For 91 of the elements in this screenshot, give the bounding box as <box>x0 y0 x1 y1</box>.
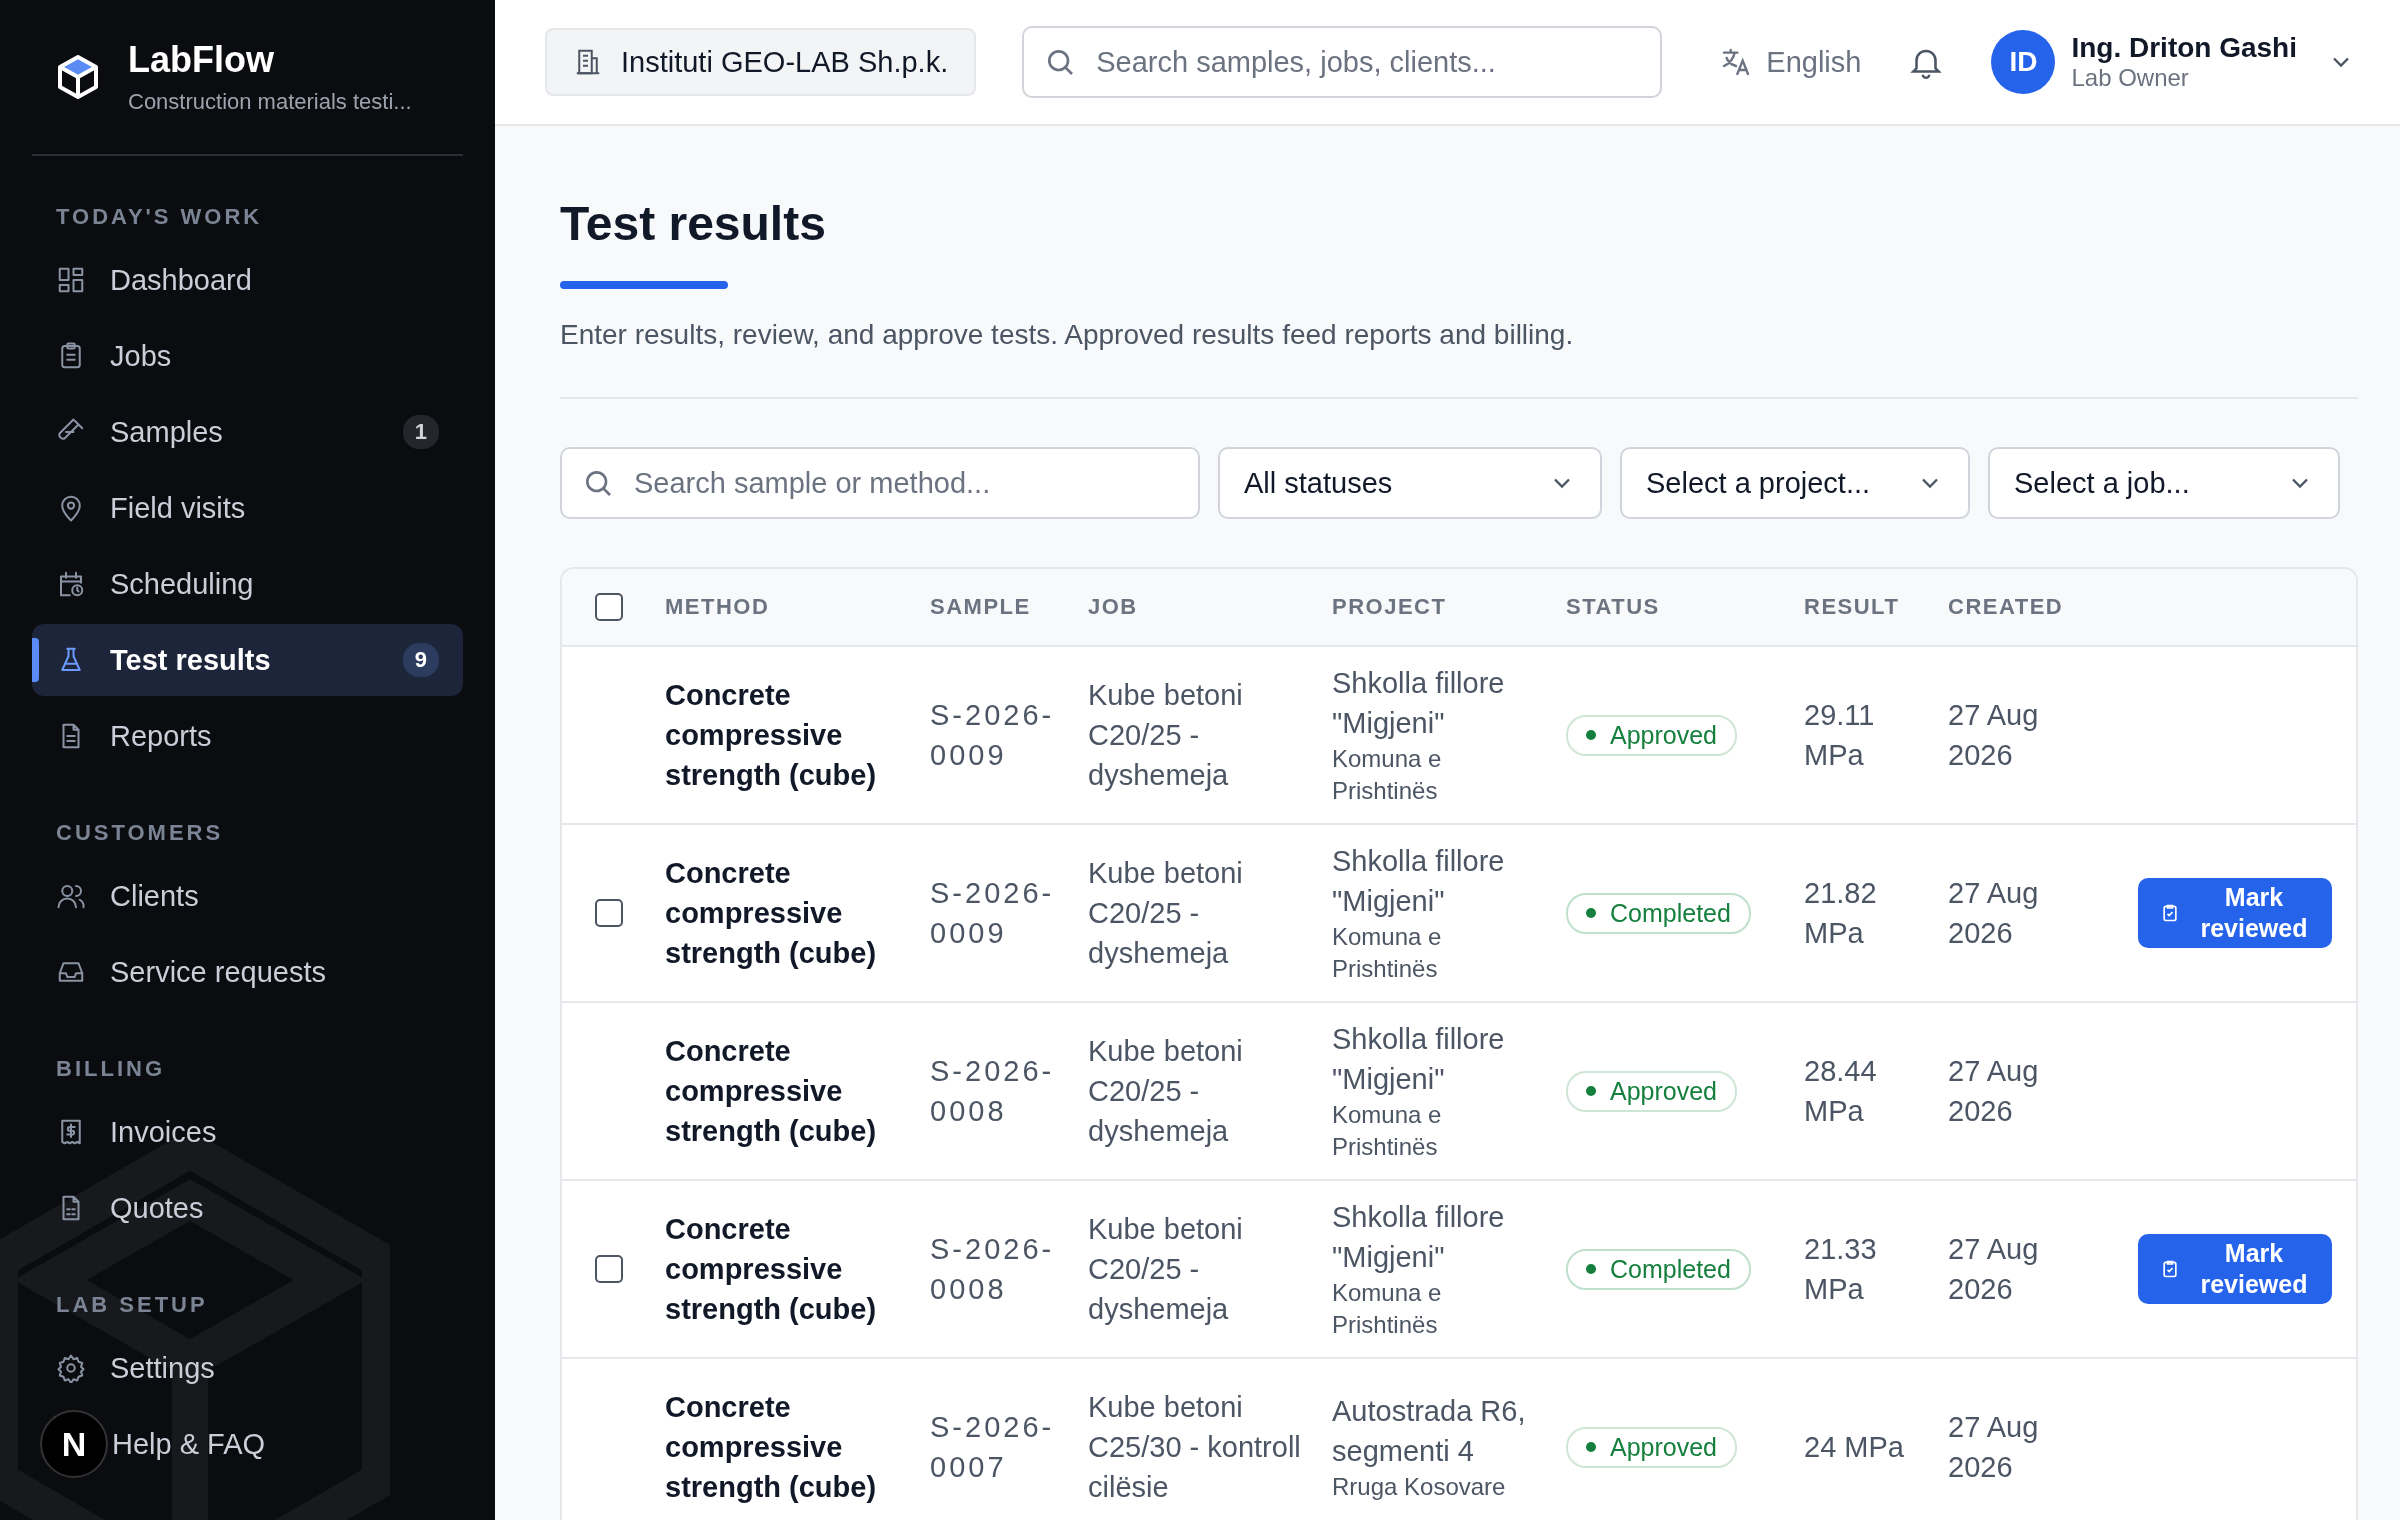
job-cell-text: Kube betoni C25/30 - kontroll cilësie <box>1088 1390 1302 1505</box>
gear-icon <box>56 1353 86 1383</box>
language-button[interactable]: English <box>1720 45 1862 79</box>
dev-indicator-button[interactable]: N <box>40 1410 108 1478</box>
nav-item[interactable]: Field visits <box>32 472 463 544</box>
sample-cell-text: S-2026-0008 <box>930 1232 1056 1307</box>
section-heading: CUSTOMERS <box>55 819 225 847</box>
method-cell-text: Concrete compressive strength (cube) <box>665 678 878 793</box>
method-cell-text: Concrete compressive strength (cube) <box>665 856 878 971</box>
row-checkbox[interactable] <box>594 899 623 927</box>
user-avatar[interactable]: ID <box>1991 30 2056 94</box>
select-all-checkbox[interactable] <box>594 593 623 621</box>
count-badge: 1 <box>402 415 439 449</box>
nav-item[interactable]: Clients <box>32 860 463 932</box>
sample-cell-text: S-2026-0009 <box>930 698 1056 773</box>
nav-item[interactable]: Settings <box>32 1332 463 1404</box>
status-badge: Completed <box>1566 892 1751 934</box>
nav-item[interactable]: Help & FAQ <box>112 1408 463 1480</box>
nav-item[interactable]: Test results 9 <box>32 624 463 696</box>
project-name: Shkolla fillore "Migjeni" <box>1332 1022 1506 1097</box>
project-location: Komuna e Prishtinës <box>1332 1100 1443 1162</box>
section-heading: LAB SETUP <box>55 1291 209 1319</box>
column-header[interactable]: RESULT <box>1804 594 1948 620</box>
project-location: Komuna e Prishtinës <box>1332 744 1443 806</box>
filter-dropdown[interactable]: Select a project... <box>1620 447 1970 519</box>
method-cell-text: Concrete compressive strength (cube) <box>665 1034 878 1149</box>
nav-item[interactable]: Invoices <box>32 1096 463 1168</box>
app-name: LabFlow <box>128 39 275 81</box>
result-cell-text: 28.44 MPa <box>1804 1054 1878 1129</box>
job-cell-text: Kube betoni C20/25 - dyshemeja <box>1088 856 1244 971</box>
nav-item[interactable]: Dashboard <box>32 244 463 316</box>
status-badge: Completed <box>1566 1248 1751 1290</box>
nav-item[interactable]: Reports <box>32 700 463 772</box>
count-badge: 9 <box>402 643 439 677</box>
nav-item[interactable]: Scheduling <box>32 548 463 620</box>
nav-item[interactable]: Quotes <box>32 1172 463 1244</box>
date-cell-text: 27 Aug 2026 <box>1948 1054 2040 1129</box>
project-location: Komuna e Prishtinës <box>1332 1278 1443 1340</box>
job-cell-text: Kube betoni C20/25 - dyshemeja <box>1088 1034 1244 1149</box>
nav-item[interactable]: Service requests <box>32 936 463 1008</box>
filter-dropdown[interactable]: All statuses <box>1218 447 1602 519</box>
section-heading: BILLING <box>55 1055 166 1083</box>
app-tagline: Construction materials testi... <box>128 89 412 115</box>
active-indicator <box>32 638 39 682</box>
sample-cell-text: S-2026-0007 <box>930 1410 1056 1485</box>
status-badge: Approved <box>1566 1070 1738 1112</box>
clipboard-check-icon <box>2160 1259 2180 1279</box>
column-header[interactable]: STATUS <box>1566 594 1804 620</box>
result-cell-text: 29.11 MPa <box>1804 698 1876 773</box>
section-heading: TODAY'S WORK <box>55 203 264 231</box>
sample-cell-text: S-2026-0009 <box>930 876 1056 951</box>
project-name: Shkolla fillore "Migjeni" <box>1332 666 1506 741</box>
nav-item[interactable]: Jobs <box>32 320 463 392</box>
column-header[interactable]: METHOD <box>665 594 930 620</box>
status-badge: Approved <box>1566 714 1738 756</box>
job-cell-text: Kube betoni C20/25 - dyshemeja <box>1088 1212 1244 1327</box>
page-subtitle: Enter results, review, and approve tests. Approved results feed reports and billing. <box>560 319 1575 351</box>
date-cell-text: 27 Aug 2026 <box>1948 1410 2040 1485</box>
mark-reviewed-button[interactable]: Mark reviewed <box>2138 878 2332 948</box>
project-name: Autostrada R6, segmenti 4 <box>1332 1394 1526 1469</box>
project-name: Shkolla fillore "Migjeni" <box>1332 844 1506 919</box>
page-title: Test results <box>560 196 827 251</box>
result-cell-text: 21.82 MPa <box>1804 876 1878 951</box>
search-field[interactable]: Search samples, jobs, clients... <box>1022 26 1663 98</box>
nav-item[interactable]: Samples 1 <box>32 396 463 468</box>
mark-reviewed-button[interactable]: Mark reviewed <box>2138 1234 2332 1304</box>
job-cell-text: Kube betoni C20/25 - dyshemeja <box>1088 678 1244 793</box>
date-cell-text: 27 Aug 2026 <box>1948 1232 2040 1307</box>
user-name: Ing. Driton Gashi <box>2071 32 2297 64</box>
project-location: Rruga Kosovare <box>1332 1472 1507 1502</box>
method-cell-text: Concrete compressive strength (cube) <box>665 1212 878 1327</box>
dashboard-icon <box>56 265 86 295</box>
result-cell-text: 24 MPa <box>1804 1430 1905 1465</box>
column-header[interactable]: CREATED <box>1948 594 2098 620</box>
column-header[interactable]: PROJECT <box>1332 594 1566 620</box>
project-name: Shkolla fillore "Migjeni" <box>1332 1200 1506 1275</box>
row-checkbox[interactable] <box>594 1255 623 1283</box>
organization-button[interactable]: Instituti GEO-LAB Sh.p.k. <box>545 28 977 96</box>
clipboard-check-icon <box>2160 903 2180 923</box>
column-header[interactable]: JOB <box>1088 594 1332 620</box>
search-field[interactable]: Search sample or method... <box>560 447 1200 519</box>
result-cell-text: 21.33 MPa <box>1804 1232 1878 1307</box>
filter-dropdown[interactable]: Select a job... <box>1988 447 2340 519</box>
user-role: Lab Owner <box>2071 64 2190 92</box>
date-cell-text: 27 Aug 2026 <box>1948 698 2040 773</box>
sample-cell-text: S-2026-0008 <box>930 1054 1056 1129</box>
status-badge: Approved <box>1566 1426 1738 1468</box>
column-header[interactable]: SAMPLE <box>930 594 1088 620</box>
project-location: Komuna e Prishtinës <box>1332 922 1443 984</box>
date-cell-text: 27 Aug 2026 <box>1948 876 2040 951</box>
method-cell-text: Concrete compressive strength (cube) <box>665 1390 878 1505</box>
